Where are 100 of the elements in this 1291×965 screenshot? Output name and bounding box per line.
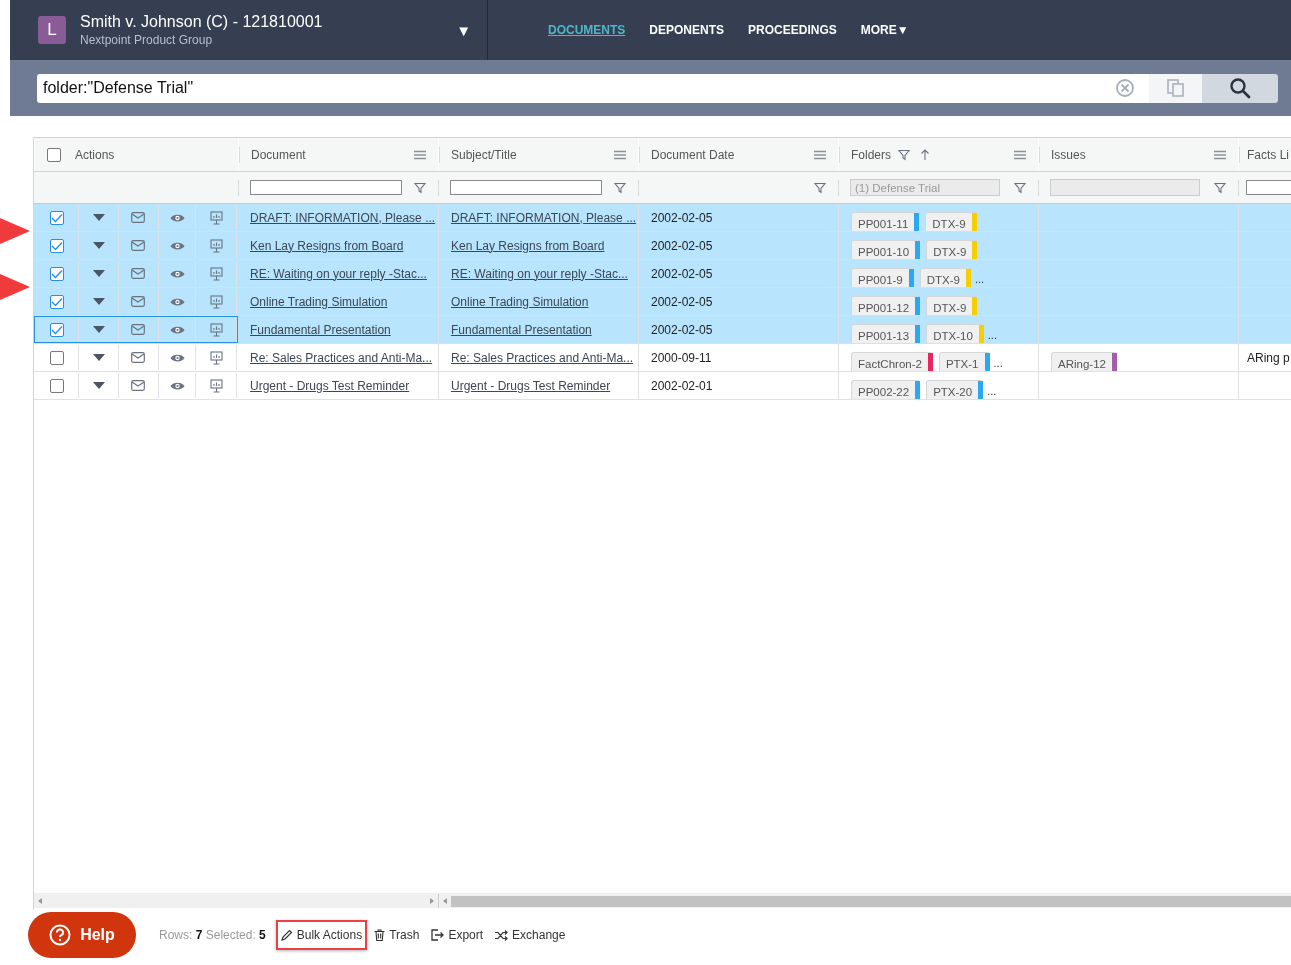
folder-tag[interactable]: PP001-9 [851,268,914,287]
help-button[interactable]: Help [28,912,136,958]
subject-link[interactable]: RE: Waiting on your reply -Stac... [451,266,628,281]
more-text[interactable]: ... [987,385,997,399]
row-checkbox[interactable] [49,238,64,253]
presentation-icon[interactable] [209,294,223,309]
folder-tag[interactable]: DTX-9 [926,296,978,315]
nav-tab[interactable]: DOCUMENTS [548,23,626,37]
mail-icon[interactable] [131,352,146,363]
caret-icon[interactable] [92,298,105,305]
document-link[interactable]: Urgent - Drugs Test Reminder [250,378,410,393]
filter-icon[interactable] [414,181,426,194]
folder-tag[interactable]: DTX-10 [926,324,984,343]
more-text[interactable]: ... [987,329,997,343]
eye-icon[interactable] [169,296,185,307]
document-link[interactable]: Fundamental Presentation [250,322,391,337]
case-dropdown-button[interactable]: ▼ [456,21,471,39]
eye-icon[interactable] [169,352,185,363]
column-header[interactable]: Subject/Title [451,147,517,162]
folder-tag[interactable]: FactChron-2 [851,352,933,371]
scroll-right-icon[interactable] [430,898,434,904]
nav-tab[interactable]: DEPONENTS [649,23,725,37]
caret-icon[interactable] [92,382,105,389]
column-header[interactable]: Actions [75,147,115,162]
eye-icon[interactable] [169,268,185,279]
search-field[interactable]: folder:"Defense Trial" [37,73,1149,103]
scroll-left-icon[interactable] [38,898,42,904]
subject-link[interactable]: Ken Lay Resigns from Board [451,238,605,253]
search-input[interactable]: folder:"Defense Trial" [37,78,1115,98]
row-checkbox[interactable] [49,210,64,225]
folder-tag[interactable]: PTX-20 [926,380,984,399]
folder-tag[interactable]: PP001-13 [851,324,921,343]
more-text[interactable]: ... [993,357,1003,371]
caret-icon[interactable] [92,214,105,221]
eye-icon[interactable] [169,380,185,391]
document-link[interactable]: Online Trading Simulation [250,294,388,309]
column-header[interactable]: Document Date [651,147,735,162]
copy-button[interactable] [1149,73,1202,103]
footer-action[interactable]: Bulk Actions [280,928,363,942]
scroll-left-icon[interactable] [443,898,447,904]
subject-link[interactable]: Urgent - Drugs Test Reminder [451,378,611,393]
filter-field[interactable] [450,180,602,195]
row-checkbox[interactable] [49,294,64,309]
presentation-icon[interactable] [209,322,223,337]
mail-icon[interactable] [131,268,146,279]
eye-icon[interactable] [169,240,185,251]
menu-icon[interactable] [614,149,626,160]
mail-icon[interactable] [131,240,146,251]
presentation-icon[interactable] [209,350,223,365]
caret-icon[interactable] [92,242,105,249]
search-button[interactable] [1202,73,1278,103]
row-checkbox[interactable] [49,350,64,365]
caret-icon[interactable] [92,326,105,333]
filter-field[interactable] [250,180,402,195]
mail-icon[interactable] [131,380,146,391]
nav-tab[interactable]: MORE▼ [860,23,909,37]
menu-icon[interactable] [814,149,826,160]
filter-icon[interactable] [1014,181,1026,194]
column-header[interactable]: Issues [1051,147,1086,162]
table-row[interactable]: Re: Sales Practices and Anti-Ma... Re: Sales Practices and Anti-Ma... 2000-09-11 FactChron-2 PTX-1 ... ARing-12 ARing p [34,344,1291,372]
presentation-icon[interactable] [209,266,223,281]
folder-tag[interactable]: PP001-11 [851,212,920,231]
table-row[interactable]: Urgent - Drugs Test Reminder Urgent - Drugs Test Reminder 2002-02-01 PP002-22 PTX-20 ... [34,372,1291,400]
document-link[interactable]: DRAFT: INFORMATION, Please ... [250,210,436,225]
menu-icon[interactable] [1214,149,1226,160]
subject-link[interactable]: Re: Sales Practices and Anti-Ma... [451,350,634,365]
eye-icon[interactable] [169,324,185,335]
eye-icon[interactable] [169,212,185,223]
folder-tag[interactable]: PTX-1 [938,352,990,371]
row-checkbox[interactable] [49,322,64,337]
presentation-icon[interactable] [209,210,223,225]
more-text[interactable]: ... [975,273,985,287]
document-link[interactable]: Ken Lay Resigns from Board [250,238,404,253]
column-header[interactable]: Folders [851,147,891,162]
row-checkbox[interactable] [49,378,64,393]
folder-tag[interactable]: DTX-9 [919,268,971,287]
presentation-icon[interactable] [209,238,223,253]
filter-icon[interactable] [1214,181,1226,194]
folder-tag[interactable]: PP001-12 [851,296,921,315]
footer-action[interactable]: Trash [374,928,420,942]
subject-link[interactable]: Fundamental Presentation [451,322,592,337]
table-row[interactable]: Fundamental Presentation Fundamental Presentation 2002-02-05 PP001-13 DTX-10 ... [34,316,1291,344]
folder-tag[interactable]: PP001-10 [851,240,921,259]
select-all-checkbox[interactable] [47,147,61,162]
caret-icon[interactable] [92,270,105,277]
column-header[interactable]: Document [251,147,306,162]
document-link[interactable]: RE: Waiting on your reply -Stac... [250,266,427,281]
table-row[interactable]: Online Trading Simulation Online Trading Simulation 2002-02-05 PP001-12 DTX-9 [34,288,1291,316]
scrollbar[interactable] [34,894,439,908]
folder-tag[interactable]: PP002-22 [851,380,921,399]
scrollbar[interactable] [439,894,1291,908]
mail-icon[interactable] [131,212,146,223]
issue-tag[interactable]: ARing-12 [1051,352,1117,371]
footer-action[interactable]: Exchange [495,928,566,942]
folder-tag[interactable]: DTX-9 [926,240,978,259]
footer-action[interactable]: Export [431,928,484,942]
mail-icon[interactable] [131,296,146,307]
table-row[interactable]: Ken Lay Resigns from Board Ken Lay Resigns from Board 2002-02-05 PP001-10 DTX-9 [34,232,1291,260]
caret-icon[interactable] [92,354,105,361]
document-link[interactable]: Re: Sales Practices and Anti-Ma... [250,350,433,365]
